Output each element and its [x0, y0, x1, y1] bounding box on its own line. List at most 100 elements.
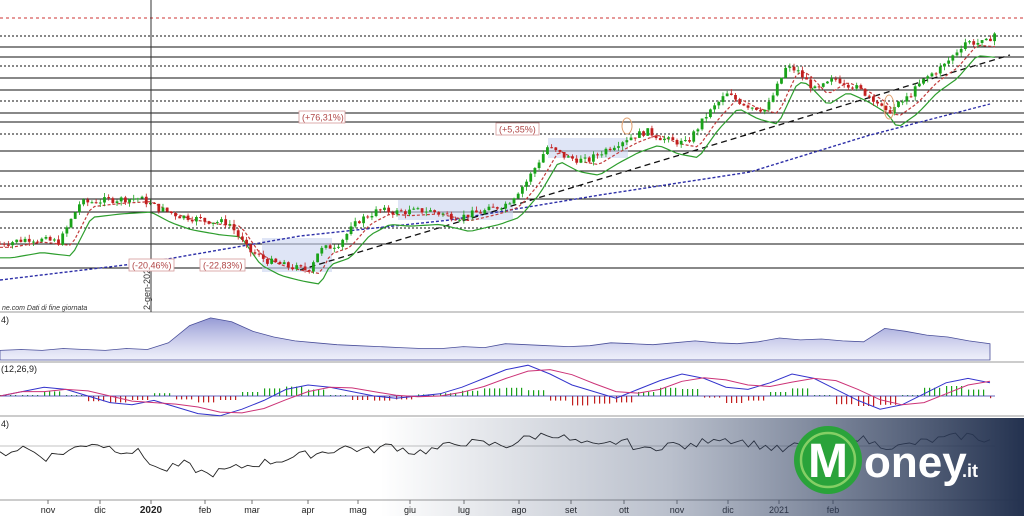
- candle-body: [955, 52, 959, 56]
- candle-body: [316, 253, 320, 263]
- candle-body: [600, 154, 604, 156]
- macd-bar: [863, 396, 865, 406]
- candle-body: [717, 101, 721, 106]
- candle-body: [592, 154, 595, 162]
- macd-bar: [648, 392, 650, 396]
- x-tick-label: mag: [349, 505, 367, 515]
- candle-body: [174, 212, 177, 217]
- candle-body: [633, 137, 637, 139]
- candle-body: [583, 157, 587, 159]
- candle-body: [905, 96, 909, 102]
- macd-bar: [533, 390, 535, 396]
- macd-bar: [230, 396, 232, 400]
- candle-body: [391, 212, 395, 215]
- candle-body: [604, 148, 608, 155]
- macd-bar: [792, 388, 794, 396]
- candle-body: [742, 103, 746, 106]
- candle-body: [775, 83, 779, 96]
- source-note: ne.com Dati di fine giornata: [2, 305, 87, 312]
- candle-body: [546, 147, 549, 155]
- candle-body: [562, 152, 566, 158]
- candle-body: [40, 238, 44, 242]
- candle-body: [249, 244, 253, 253]
- macd-bar: [176, 396, 178, 400]
- candle-body: [94, 202, 98, 204]
- candle-body: [700, 118, 704, 130]
- candle-body: [286, 262, 290, 268]
- candle-body: [378, 209, 382, 211]
- candle-body: [408, 209, 411, 215]
- candle-body: [412, 208, 416, 210]
- logo-suffix: .it: [962, 461, 978, 481]
- candle-body: [345, 233, 349, 240]
- money-it-logo: M oney .it: [794, 426, 978, 494]
- annotation-pct-2: (+5,35%): [495, 122, 540, 136]
- macd-bar: [203, 396, 205, 403]
- macd-bar: [186, 396, 188, 400]
- macd-bar: [890, 396, 892, 405]
- candle-body: [780, 77, 783, 84]
- candle-body: [855, 85, 859, 89]
- candle-body: [215, 222, 219, 224]
- candle-body: [976, 42, 980, 45]
- candle-body: [608, 148, 612, 151]
- candle-body: [516, 193, 520, 199]
- candle-body: [541, 154, 545, 163]
- candle-body: [299, 265, 303, 267]
- candle-body: [220, 219, 223, 223]
- candle-body: [107, 197, 111, 199]
- macd-bar: [616, 396, 618, 403]
- macd-bar: [54, 391, 56, 396]
- candle-body: [119, 197, 123, 202]
- candle-body: [383, 207, 386, 210]
- candle-body: [520, 186, 524, 194]
- candle-body: [867, 95, 871, 97]
- macd-bar: [225, 396, 227, 400]
- candle-body: [48, 236, 52, 241]
- macd-bar: [741, 396, 743, 403]
- macd-bar: [308, 389, 310, 396]
- macd-bar: [594, 396, 596, 404]
- candle-body: [805, 77, 808, 80]
- macd-bar: [367, 396, 369, 400]
- candle-body: [153, 202, 157, 204]
- candle-body: [897, 101, 900, 107]
- candle-body: [796, 70, 800, 72]
- candle-body: [746, 105, 750, 108]
- candle-body: [278, 261, 282, 265]
- macd-bar: [494, 388, 496, 396]
- candle-body: [403, 211, 407, 215]
- candle-body: [433, 210, 437, 213]
- macd-bar: [682, 389, 684, 396]
- candle-body: [637, 131, 641, 138]
- candle-body: [245, 239, 248, 245]
- candle-body: [525, 181, 528, 187]
- candle-body: [387, 207, 391, 213]
- candle-body: [57, 239, 60, 245]
- candle-body: [132, 198, 136, 200]
- candle-body: [671, 137, 675, 140]
- candle-body: [224, 219, 228, 226]
- macd-bar: [506, 387, 508, 396]
- candle-body: [771, 95, 775, 102]
- macd-bar: [631, 396, 633, 403]
- macd-bar: [93, 396, 95, 402]
- candle-body: [449, 213, 453, 220]
- candle-body: [178, 216, 182, 219]
- macd-bar: [836, 396, 838, 405]
- candle-body: [52, 239, 56, 241]
- macd-bar: [269, 388, 271, 396]
- macd-bar: [499, 388, 501, 396]
- candle-body: [470, 210, 474, 218]
- candle-body: [257, 253, 261, 255]
- candle-body: [663, 138, 666, 141]
- candle-body: [926, 76, 930, 79]
- macd-bar: [697, 389, 699, 396]
- shade-zone: [548, 138, 628, 158]
- candle-body: [295, 265, 299, 270]
- candle-body: [934, 73, 938, 75]
- candle-body: [554, 147, 558, 151]
- candle-body: [199, 217, 202, 219]
- candle-body: [320, 247, 324, 254]
- candle-body: [625, 140, 629, 143]
